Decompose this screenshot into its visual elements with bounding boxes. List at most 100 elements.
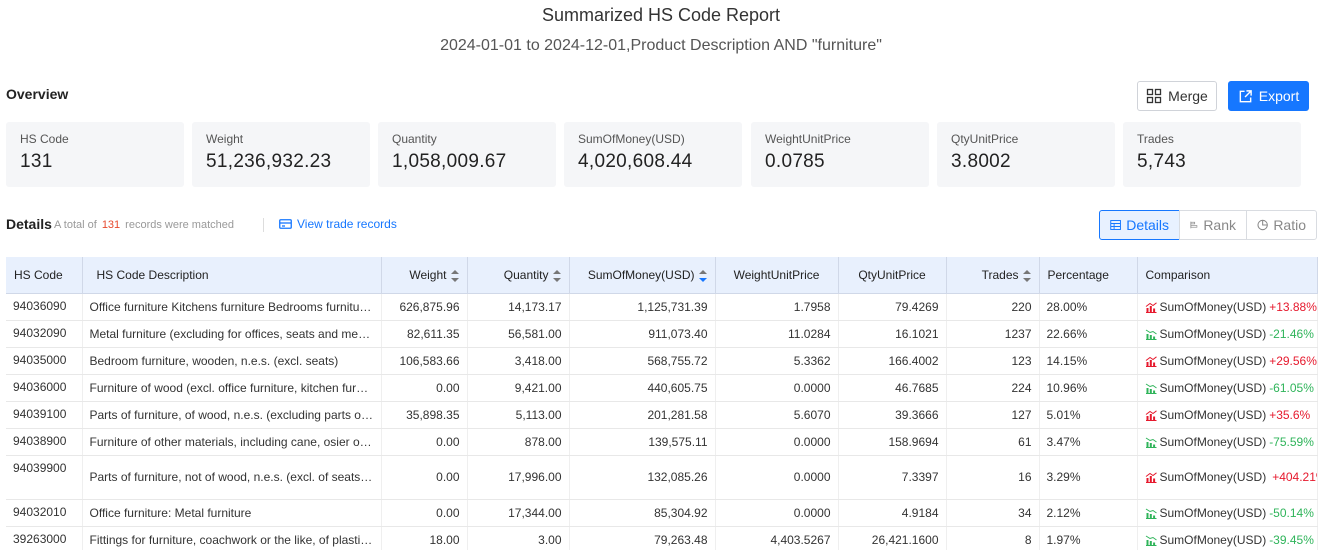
comparison-cell: SumOfMoney(USD) -21.46%	[1137, 320, 1318, 348]
merge-label: Merge	[1168, 88, 1208, 104]
hs-code-cell: 94032010	[6, 499, 83, 527]
comparison-metric: SumOfMoney(USD)	[1159, 469, 1267, 484]
weight-unit-price-cell: 0.0000	[715, 374, 839, 402]
column-header-sum-of-money[interactable]: SumOfMoney(USD)	[569, 257, 716, 294]
description-cell: Bedroom furniture, wooden, n.e.s. (excl.…	[82, 347, 382, 375]
sum-of-money-cell: 440,605.75	[569, 374, 716, 402]
column-header-description[interactable]: HS Code Description	[82, 257, 382, 294]
qty-unit-price-cell: 46.7685	[838, 374, 947, 402]
table-row[interactable]: 94032010 Office furniture: Metal furnitur…	[6, 499, 1318, 527]
quantity-cell: 3.00	[467, 526, 570, 550]
comparison-metric: SumOfMoney(USD)	[1159, 505, 1267, 520]
sort-icon[interactable]	[450, 269, 459, 282]
column-header-percentage[interactable]: Percentage	[1039, 257, 1138, 294]
percentage-cell: 5.01%	[1039, 401, 1138, 429]
table-row[interactable]: 39263000 Fittings for furniture, coachwor…	[6, 526, 1318, 550]
total-prefix: A total of	[54, 219, 97, 231]
export-label: Export	[1258, 88, 1300, 104]
table-row[interactable]: 94036090 Office furniture Kitchens furnit…	[6, 293, 1318, 321]
stat-card-quantity: Quantity 1,058,009.67	[378, 122, 556, 187]
quantity-cell: 17,344.00	[467, 499, 570, 527]
stat-value: 1,058,009.67	[392, 151, 507, 172]
weight-cell: 626,875.96	[381, 293, 468, 321]
trend-up-icon	[1145, 300, 1157, 314]
table-icon	[1110, 220, 1121, 230]
quantity-cell: 14,173.17	[467, 293, 570, 321]
table-row[interactable]: 94038900 Furniture of other materials, in…	[6, 428, 1318, 456]
comparison-cell: SumOfMoney(USD) +13.88%	[1137, 293, 1318, 321]
hs-code-cell: 94038900	[6, 428, 83, 456]
weight-unit-price-cell: 0.0000	[715, 499, 839, 527]
stat-value: 4,020,608.44	[578, 151, 693, 172]
qty-unit-price-cell: 26,421.1600	[838, 526, 947, 550]
trades-cell: 61	[946, 428, 1040, 456]
weight-cell: 0.00	[381, 374, 468, 402]
percentage-cell: 10.96%	[1039, 374, 1138, 402]
comparison-metric: SumOfMoney(USD)	[1159, 380, 1267, 395]
stat-card-trades: Trades 5,743	[1123, 122, 1301, 187]
comparison-metric: SumOfMoney(USD)	[1159, 407, 1267, 422]
quantity-cell: 9,421.00	[467, 374, 570, 402]
hs-code-cell: 94035000	[6, 347, 83, 375]
stat-label: HS Code	[20, 132, 69, 146]
comparison-metric: SumOfMoney(USD)	[1159, 353, 1267, 368]
comparison-cell: SumOfMoney(USD) -61.05%	[1137, 374, 1318, 402]
percentage-cell: 1.97%	[1039, 526, 1138, 550]
column-header-comparison[interactable]: Comparison	[1137, 257, 1318, 294]
qty-unit-price-cell: 158.9694	[838, 428, 947, 456]
stat-card-weight: Weight 51,236,932.23	[192, 122, 370, 187]
table-row[interactable]: 94032090 Metal furniture (excluding for o…	[6, 320, 1318, 348]
column-header-qty-unit-price[interactable]: QtyUnitPrice	[838, 257, 947, 294]
comparison-metric: SumOfMoney(USD)	[1159, 434, 1267, 449]
column-header-hs-code[interactable]: HS Code	[6, 257, 83, 294]
view-trade-records-link[interactable]: View trade records	[279, 217, 397, 231]
percentage-cell: 3.29%	[1039, 455, 1138, 500]
report-title: Summarized HS Code Report	[541, 5, 781, 25]
sum-of-money-cell: 201,281.58	[569, 401, 716, 429]
quantity-cell: 17,996.00	[467, 455, 570, 500]
trades-cell: 123	[946, 347, 1040, 375]
trend-up-icon	[1145, 469, 1157, 486]
sort-icon[interactable]	[698, 269, 707, 282]
weight-cell: 35,898.35	[381, 401, 468, 429]
view-toggle-details[interactable]: Details	[1099, 210, 1180, 240]
export-button[interactable]: Export	[1228, 81, 1309, 111]
merge-button[interactable]: Merge	[1137, 81, 1217, 111]
weight-cell: 0.00	[381, 455, 468, 500]
description-cell: Furniture of other materials, including …	[82, 428, 382, 456]
qty-unit-price-cell: 39.3666	[838, 401, 947, 429]
hs-code-cell: 94036000	[6, 374, 83, 402]
column-header-quantity[interactable]: Quantity	[467, 257, 570, 294]
hs-code-table: HS Code HS Code Description Weight Quant…	[6, 257, 1318, 550]
merge-icon	[1147, 88, 1162, 104]
sort-icon[interactable]	[552, 269, 561, 282]
comparison-change: +13.88%	[1269, 299, 1317, 314]
description-cell: Fittings for furniture, coachwork or the…	[82, 526, 382, 550]
stat-card-sum-of-money: SumOfMoney(USD) 4,020,608.44	[564, 122, 742, 187]
table-row[interactable]: 94036000 Furniture of wood (excl. office …	[6, 374, 1318, 402]
comparison-change: +29.56%	[1269, 353, 1317, 368]
column-header-weight-unit-price[interactable]: WeightUnitPrice	[715, 257, 839, 294]
description-cell: Parts of furniture, of wood, n.e.s. (exc…	[82, 401, 382, 429]
comparison-change: -50.14%	[1269, 505, 1314, 520]
rank-bars-icon	[1190, 221, 1198, 229]
qty-unit-price-cell: 166.4002	[838, 347, 947, 375]
trend-down-icon	[1145, 533, 1157, 547]
quantity-cell: 3,418.00	[467, 347, 570, 375]
column-header-weight[interactable]: Weight	[381, 257, 468, 294]
view-toggle-ratio[interactable]: Ratio	[1246, 210, 1317, 240]
table-row[interactable]: 94035000 Bedroom furniture, wooden, n.e.s…	[6, 347, 1318, 375]
comparison-cell: SumOfMoney(USD) +35.6%	[1137, 401, 1318, 429]
comparison-cell: SumOfMoney(USD) -75.59%	[1137, 428, 1318, 456]
table-row[interactable]: 94039100 Parts of furniture, of wood, n.e…	[6, 401, 1318, 429]
column-header-trades[interactable]: Trades	[946, 257, 1040, 294]
description-cell: Office furniture: Metal furniture	[82, 499, 382, 527]
table-row[interactable]: 94039900 Parts of furniture, not of wood,…	[6, 455, 1318, 500]
trend-up-icon	[1145, 408, 1157, 422]
weight-unit-price-cell: 1.7958	[715, 293, 839, 321]
sort-icon[interactable]	[1022, 269, 1031, 282]
trade-records-icon	[279, 219, 292, 229]
weight-cell: 0.00	[381, 499, 468, 527]
trend-down-icon	[1145, 327, 1157, 341]
view-toggle-rank[interactable]: Rank	[1179, 210, 1247, 240]
